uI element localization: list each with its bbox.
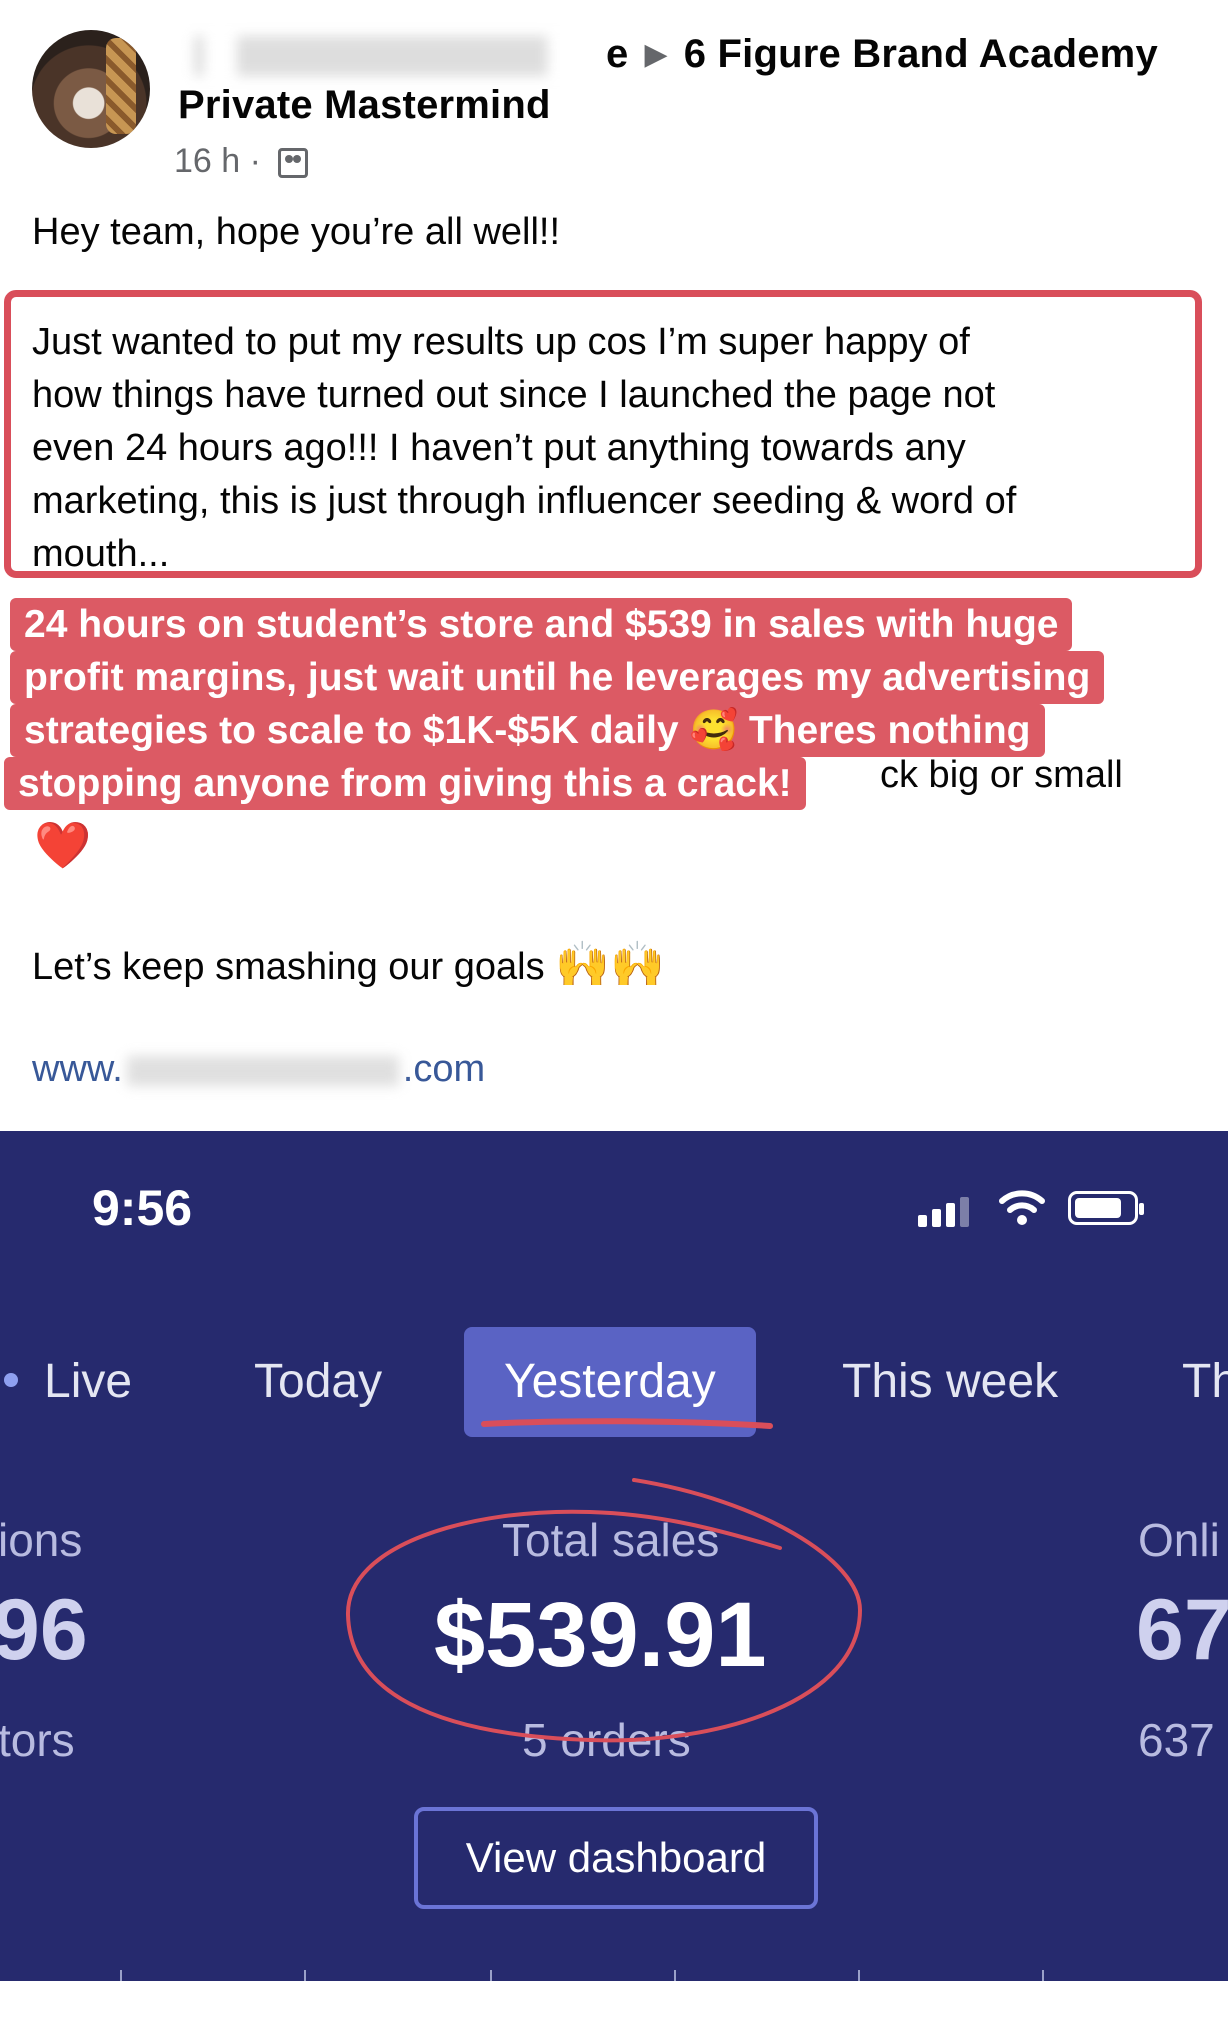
link-suffix[interactable]: .com bbox=[403, 1048, 485, 1090]
tab-live[interactable]: Live bbox=[4, 1327, 132, 1437]
overlay-caption-line: strategies to scale to $1K-$5K daily 🥰 T… bbox=[10, 704, 1045, 757]
results-line: mouth... bbox=[32, 533, 170, 575]
post-meta: 16 h · bbox=[174, 142, 309, 181]
heart-emoji: ❤️ bbox=[34, 819, 92, 871]
right-metric-value: 67 bbox=[1136, 1582, 1228, 1678]
left-metric-label: ions bbox=[0, 1514, 83, 1566]
results-line: marketing, this is just through influenc… bbox=[32, 480, 1017, 522]
post-greeting: Hey team, hope you’re all well!! bbox=[32, 211, 561, 253]
overlay-caption-line: profit margins, just wait until he lever… bbox=[10, 651, 1105, 704]
share-arrow-icon: ▶ bbox=[644, 38, 668, 71]
battery-icon bbox=[1068, 1191, 1144, 1225]
redacted-link bbox=[126, 1055, 399, 1086]
page-bottom bbox=[0, 1981, 1228, 2041]
goals-text: Let’s keep smashing our goals bbox=[32, 946, 545, 988]
post-time[interactable]: 16 h bbox=[174, 142, 240, 180]
total-sales-label: Total sales bbox=[502, 1514, 720, 1566]
post-results-text: Just wanted to put my results up cos I’m… bbox=[32, 316, 1016, 581]
left-metric-value: 96 bbox=[0, 1582, 88, 1678]
view-dashboard-button[interactable]: View dashboard bbox=[414, 1807, 818, 1909]
right-metric-label: Onli bbox=[1138, 1514, 1220, 1566]
link-prefix[interactable]: www. bbox=[32, 1048, 123, 1090]
orders-count: 5 orders bbox=[522, 1714, 691, 1766]
live-dot-icon bbox=[4, 1373, 18, 1388]
partially-covered-text: ck big or small bbox=[880, 754, 1123, 796]
tab-truncated[interactable]: Th bbox=[1182, 1327, 1228, 1437]
post-goals: Let’s keep smashing our goals 🙌🙌 bbox=[32, 938, 665, 994]
total-sales-value: $539.91 bbox=[434, 1584, 767, 1686]
sales-dashboard-screenshot: 9:56 Live Today Yesterday This week Th i… bbox=[0, 1131, 1228, 1981]
tab-label: Live bbox=[44, 1355, 133, 1408]
group-name-line2[interactable]: Private Mastermind bbox=[178, 83, 1158, 128]
post-header: e ▶ 6 Figure Brand Academy Private Masterm… bbox=[178, 32, 1158, 128]
results-line: even 24 hours ago!!! I haven’t put anyth… bbox=[32, 427, 966, 469]
overlay-caption-line: 24 hours on student’s store and $539 in … bbox=[10, 598, 1073, 651]
signal-icon bbox=[918, 1195, 978, 1227]
tab-this-week[interactable]: This week bbox=[842, 1327, 1058, 1437]
author-name-suffix[interactable]: e bbox=[606, 32, 628, 76]
avatar[interactable] bbox=[32, 30, 150, 148]
tab-yesterday[interactable]: Yesterday bbox=[464, 1327, 756, 1437]
date-range-tabs: Live Today Yesterday This week Th bbox=[0, 1327, 1228, 1437]
post-link[interactable]: www. .com bbox=[32, 1048, 485, 1091]
wifi-icon bbox=[999, 1190, 1045, 1225]
redacted-author-name bbox=[178, 36, 598, 77]
tab-today[interactable]: Today bbox=[254, 1327, 382, 1437]
meta-separator: · bbox=[249, 142, 261, 180]
status-bar-time: 9:56 bbox=[92, 1180, 193, 1236]
right-metric-sub: 637 bbox=[1138, 1714, 1215, 1766]
raised-hands-emoji: 🙌🙌 bbox=[555, 940, 665, 989]
group-audience-icon bbox=[278, 148, 309, 179]
results-line: Just wanted to put my results up cos I’m… bbox=[32, 321, 970, 363]
overlay-caption-line: stopping anyone from giving this a crack… bbox=[4, 757, 806, 810]
left-metric-sub: tors bbox=[0, 1714, 75, 1766]
group-name[interactable]: 6 Figure Brand Academy bbox=[684, 32, 1158, 76]
results-line: how things have turned out since I launc… bbox=[32, 374, 996, 416]
avatar-photo-detail bbox=[106, 38, 136, 134]
